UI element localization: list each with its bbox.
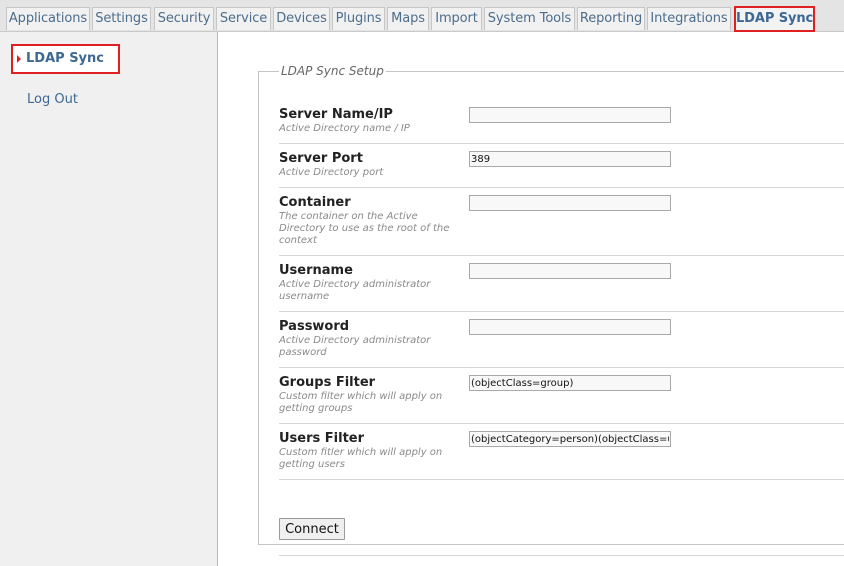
fieldset-legend: LDAP Sync Setup: [279, 64, 386, 78]
field-label: Users Filter: [279, 431, 365, 446]
field-label: Container: [279, 195, 351, 210]
field-help: Custom filter which will apply on gettin…: [279, 391, 443, 414]
field-label: Server Name/IP: [279, 107, 393, 122]
sidebar-item-label: LDAP Sync: [26, 51, 104, 66]
tab-plugins[interactable]: Plugins: [332, 7, 385, 30]
username-input[interactable]: [469, 263, 671, 279]
sidebar-item-log-out[interactable]: Log Out: [27, 92, 78, 107]
field-help: Active Directory port: [279, 167, 384, 178]
field-help: Active Directory name / IP: [279, 123, 410, 134]
connect-button[interactable]: Connect: [279, 518, 345, 540]
tab-service[interactable]: Service: [216, 7, 271, 30]
field-help: Custom fitler which will apply on gettin…: [279, 447, 443, 470]
form-row-users-filter: Users Filter Custom fitler which will ap…: [279, 431, 844, 480]
form-row-container: Container The container on the Active Di…: [279, 195, 844, 256]
field-label: Server Port: [279, 151, 363, 166]
field-label: Password: [279, 319, 350, 334]
tab-integrations[interactable]: Integrations: [647, 7, 731, 30]
tab-devices[interactable]: Devices: [273, 7, 330, 30]
field-help: Active Directory administrator username: [279, 279, 431, 302]
tab-security[interactable]: Security: [154, 7, 214, 30]
users-filter-input[interactable]: [469, 431, 671, 447]
ldap-sync-setup-fieldset: LDAP Sync Setup Server Name/IP Active Di…: [258, 64, 844, 556]
form-row-username: Username Active Directory administrator …: [279, 263, 844, 312]
field-help: Active Directory administrator password: [279, 335, 431, 358]
groups-filter-input[interactable]: [469, 375, 671, 391]
field-label: Groups Filter: [279, 375, 376, 390]
tab-maps[interactable]: Maps: [387, 7, 429, 30]
form-row-server-port: Server Port Active Directory port: [279, 151, 844, 188]
caret-right-icon: [17, 55, 21, 63]
sidebar: LDAP Sync Log Out: [0, 32, 218, 566]
field-label: Username: [279, 263, 353, 278]
tab-system-tools[interactable]: System Tools: [484, 7, 575, 30]
tab-settings[interactable]: Settings: [92, 7, 151, 30]
password-input[interactable]: [469, 319, 671, 335]
tab-ldap-sync[interactable]: LDAP Sync: [734, 6, 815, 32]
server-port-input[interactable]: [469, 151, 671, 167]
divider: [279, 555, 844, 556]
top-tab-bar: Applications Settings Security Service D…: [0, 0, 844, 32]
form-row-password: Password Active Directory administrator …: [279, 319, 844, 368]
tab-reporting[interactable]: Reporting: [577, 7, 645, 30]
tab-applications[interactable]: Applications: [6, 7, 90, 30]
form-row-server-name: Server Name/IP Active Directory name / I…: [279, 107, 844, 144]
sidebar-item-ldap-sync[interactable]: LDAP Sync: [11, 44, 120, 74]
form-row-groups-filter: Groups Filter Custom filter which will a…: [279, 375, 844, 424]
main-content: LDAP Sync Setup Server Name/IP Active Di…: [218, 32, 844, 566]
tab-import[interactable]: Import: [431, 7, 482, 30]
field-help: The container on the Active Directory to…: [279, 211, 450, 246]
container-input[interactable]: [469, 195, 671, 211]
server-name-input[interactable]: [469, 107, 671, 123]
